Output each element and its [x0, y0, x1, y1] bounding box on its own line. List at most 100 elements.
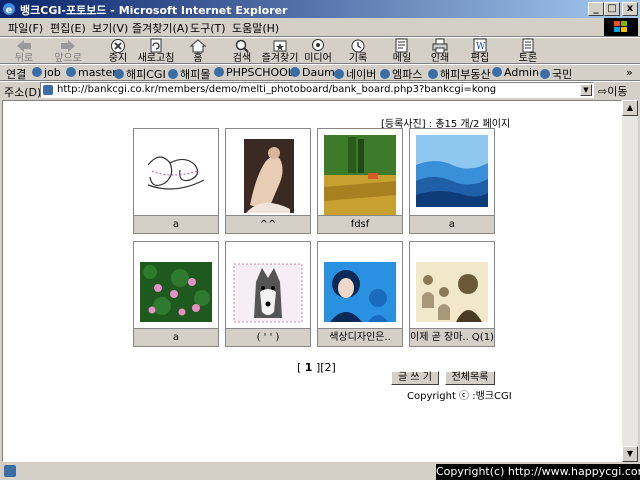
- discuss-button[interactable]: 토론: [506, 38, 550, 64]
- svg-text:W: W: [476, 42, 486, 52]
- menu-view[interactable]: 보기(V): [92, 20, 128, 36]
- link-page-icon: [428, 69, 438, 79]
- menu-bar: 파일(F) 편집(E) 보기(V) 즐겨찾기(A) 도구(T) 도움말(H): [0, 18, 640, 36]
- refresh-icon: [150, 38, 162, 53]
- stop-icon: [111, 39, 125, 53]
- page-link-2[interactable]: [2]: [320, 361, 336, 374]
- menu-edit[interactable]: 편집(E): [50, 20, 86, 36]
- discuss-icon: [522, 38, 534, 53]
- photo-thumbnail-dog[interactable]: [232, 248, 304, 328]
- favorites-icon: [273, 40, 287, 52]
- board-copyright: Copyright ⓒ :뱅크CGI: [407, 391, 512, 402]
- photo-caption[interactable]: fdsf: [318, 215, 402, 233]
- photo-thumbnail-person[interactable]: [232, 135, 304, 215]
- photo-thumbnail-sketch[interactable]: [140, 135, 212, 215]
- scroll-down-button[interactable]: ▼: [622, 446, 638, 462]
- photo-caption[interactable]: 이제 곧 장마.. Q(1): [410, 328, 494, 346]
- link-page-icon: [380, 69, 390, 79]
- photo-item[interactable]: a: [133, 128, 219, 234]
- page-content: [등록사진] : 총15 개/2 페이지 a ^^ fdsf a a (' '…: [2, 100, 622, 462]
- photo-caption[interactable]: 색상디자인은..: [318, 328, 402, 346]
- link-page-icon: [66, 67, 76, 77]
- media-icon: [312, 39, 324, 51]
- vertical-scrollbar[interactable]: ▲ ▼: [622, 100, 638, 462]
- photo-caption[interactable]: a: [134, 215, 218, 233]
- photo-caption[interactable]: ( ' ' ): [226, 328, 310, 346]
- refresh-button[interactable]: 새로고침: [134, 38, 178, 64]
- photo-item[interactable]: ( ' ' ): [225, 241, 311, 347]
- ie-logo-icon: e: [3, 3, 15, 16]
- address-dropdown-icon[interactable]: ▼: [580, 84, 592, 96]
- address-label: 주소(D): [4, 86, 42, 99]
- photo-caption[interactable]: ^^: [226, 215, 310, 233]
- photo-item[interactable]: fdsf: [317, 128, 403, 234]
- photo-thumbnail-flowers[interactable]: [140, 248, 212, 328]
- photo-thumbnail-mountains[interactable]: [416, 135, 488, 215]
- address-url: http://bankcgi.co.kr/members/demo/melti_…: [57, 84, 497, 95]
- photo-caption[interactable]: a: [134, 328, 218, 346]
- home-button[interactable]: 홈: [176, 38, 220, 64]
- back-button[interactable]: 뒤로: [2, 38, 46, 64]
- list-all-button[interactable]: 전체목록: [445, 371, 495, 385]
- svg-text:e: e: [6, 5, 13, 16]
- address-input[interactable]: http://bankcgi.co.kr/members/demo/melti_…: [40, 82, 594, 98]
- scroll-up-button[interactable]: ▲: [622, 100, 638, 116]
- home-icon: [189, 39, 207, 53]
- print-button[interactable]: 인쇄: [418, 38, 462, 64]
- photo-item[interactable]: ^^: [225, 128, 311, 234]
- maximize-button[interactable]: □: [604, 2, 620, 16]
- link-page-icon: [540, 69, 550, 79]
- page-current: 1: [304, 361, 313, 374]
- forward-arrow-icon: [61, 40, 75, 52]
- back-arrow-icon: [17, 40, 31, 52]
- menu-help[interactable]: 도움말(H): [232, 20, 279, 36]
- windows-logo-icon: [604, 18, 638, 36]
- links-bar: 연결 job master 해피CGI 해피몰 PHPSCHOOL Daum 네…: [0, 64, 640, 81]
- pager-open-bracket: [: [297, 361, 302, 374]
- link-job[interactable]: job: [32, 66, 61, 79]
- edit-button[interactable]: W 편집: [458, 38, 502, 64]
- link-master[interactable]: master: [66, 66, 117, 79]
- menu-tools[interactable]: 도구(T): [190, 20, 226, 36]
- go-button[interactable]: ⇨이동: [598, 83, 627, 99]
- print-icon: [432, 38, 448, 54]
- history-button[interactable]: 기록: [336, 38, 380, 64]
- window-title: 뱅크CGI-포토보드 - Microsoft Internet Explorer: [20, 4, 288, 17]
- close-button[interactable]: x: [622, 2, 638, 16]
- link-page-icon: [114, 69, 124, 79]
- link-page-icon: [214, 67, 224, 77]
- standard-toolbar: 뒤로 앞으로 중지 새로고침 홈 검색 즐겨찾기 미디어 기록 메일 인쇄 W: [0, 38, 640, 64]
- link-admin[interactable]: Admin: [492, 66, 539, 79]
- links-more-chevron[interactable]: »: [626, 66, 633, 79]
- go-arrow-icon: ⇨: [598, 85, 608, 98]
- status-page-icon: [4, 465, 16, 477]
- link-daum[interactable]: Daum: [290, 66, 335, 79]
- photo-caption[interactable]: a: [410, 215, 494, 233]
- mail-icon: [395, 38, 408, 53]
- menu-file[interactable]: 파일(F): [8, 20, 43, 36]
- write-button[interactable]: 글 쓰 기: [391, 371, 439, 385]
- photo-item[interactable]: 이제 곧 장마.. Q(1): [409, 241, 495, 347]
- photo-item[interactable]: 색상디자인은..: [317, 241, 403, 347]
- history-icon: [351, 39, 365, 53]
- photo-thumbnail-vintage[interactable]: [416, 248, 488, 328]
- media-button[interactable]: 미디어: [296, 38, 340, 64]
- photo-thumbnail-landscape[interactable]: [324, 135, 396, 215]
- menu-favorites[interactable]: 즐겨찾기(A): [132, 20, 189, 36]
- photo-item[interactable]: a: [133, 241, 219, 347]
- edit-icon: W: [473, 38, 487, 53]
- status-copyright: Copyright(c) http://www.happycgi.com: [436, 464, 640, 480]
- status-bar: Copyright(c) http://www.happycgi.com: [0, 462, 640, 480]
- link-page-icon: [32, 67, 42, 77]
- title-bar[interactable]: e 뱅크CGI-포토보드 - Microsoft Internet Explor…: [0, 0, 640, 18]
- link-phpschool[interactable]: PHPSCHOOL: [214, 66, 294, 79]
- photo-item[interactable]: a: [409, 128, 495, 234]
- address-bar: 주소(D) http://bankcgi.co.kr/members/demo/…: [0, 81, 640, 99]
- photo-thumbnail-portrait[interactable]: [324, 248, 396, 328]
- link-page-icon: [168, 69, 178, 79]
- link-page-icon: [334, 69, 344, 79]
- forward-button[interactable]: 앞으로: [46, 38, 90, 64]
- pagination: [ 1 ][2]: [297, 361, 336, 374]
- link-page-icon: [492, 67, 502, 77]
- minimize-button[interactable]: _: [588, 2, 604, 16]
